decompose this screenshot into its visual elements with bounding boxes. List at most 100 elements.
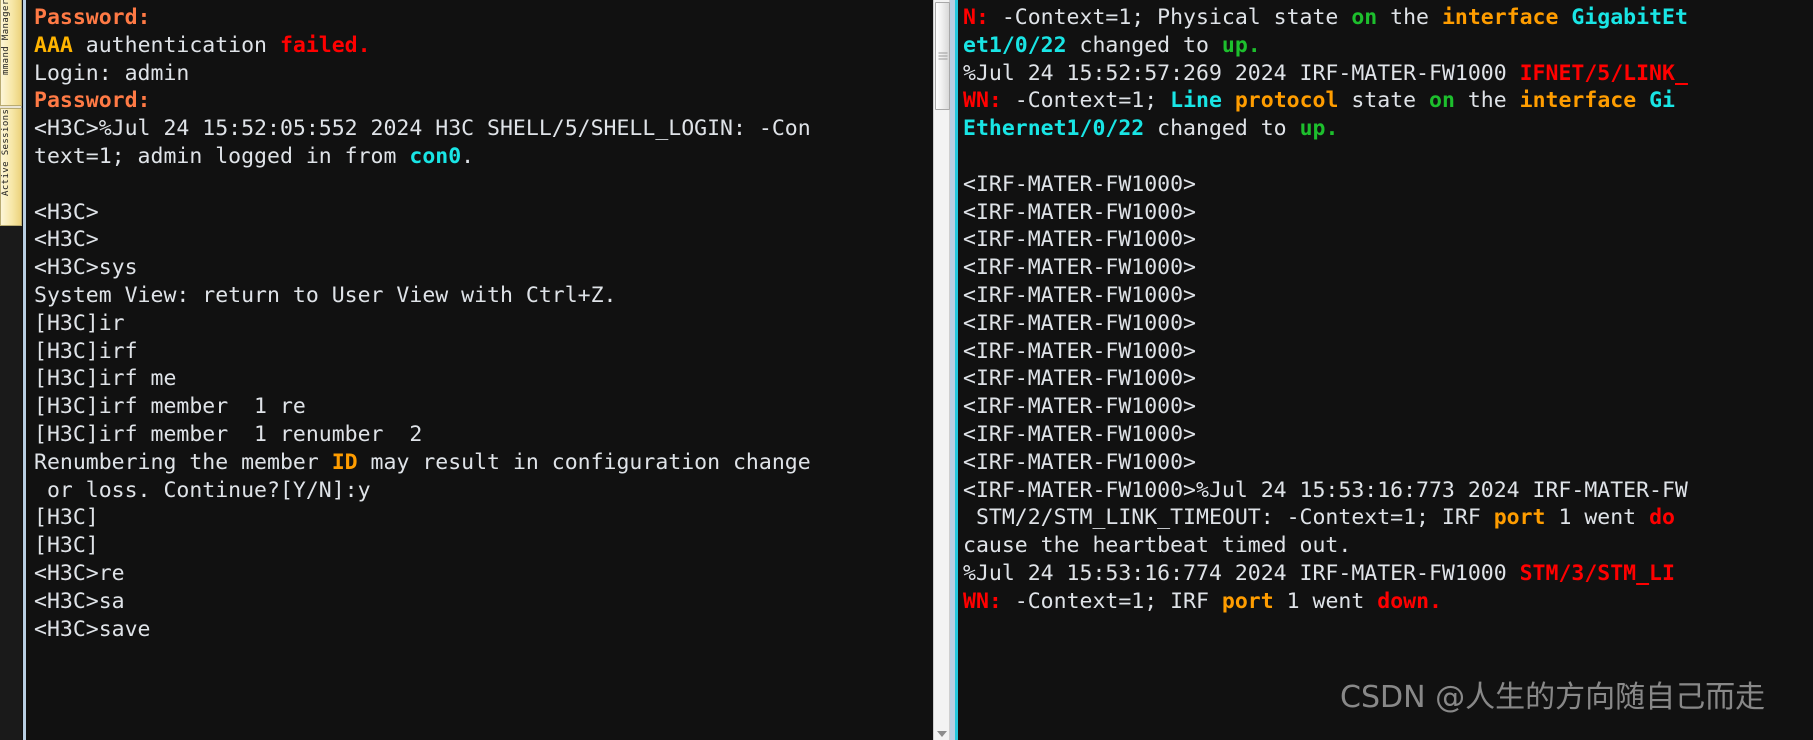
terminal-span: Line: [1170, 88, 1222, 114]
terminal-span: <IRF-MATER-FW1000>: [963, 394, 1196, 420]
terminal-span: <IRF-MATER-FW1000>: [963, 421, 1196, 447]
terminal-span: [H3C]: [34, 533, 99, 559]
terminal-line: <IRF-MATER-FW1000>: [963, 365, 1813, 393]
terminal-span: WN:: [963, 588, 1002, 614]
terminal-span: <IRF-MATER-FW1000>: [963, 227, 1196, 253]
terminal-line: System View: return to User View with Ct…: [34, 282, 819, 310]
terminal-span: <IRF-MATER-FW1000>: [963, 282, 1196, 308]
terminal-span: <IRF-MATER-FW1000>: [963, 338, 1196, 364]
terminal-span: [H3C]irf member 1 renumber 2: [34, 421, 423, 447]
terminal-span: [1636, 88, 1649, 113]
terminal-span: interface: [1441, 5, 1559, 30]
terminal-line: <H3C>: [34, 226, 819, 254]
terminal-span: <H3C>sa: [34, 588, 125, 614]
terminal-line: Ethernet1/0/22 changed to up.: [963, 115, 1813, 143]
terminal-span: the: [1377, 5, 1442, 30]
terminal-span: %Jul 24 15:53:16:774 2024 IRF-MATER-FW10…: [963, 560, 1520, 586]
terminal-span: -Context=1;: [1001, 88, 1171, 114]
terminal-line: <IRF-MATER-FW1000>: [963, 226, 1813, 254]
terminal-line: <IRF-MATER-FW1000>: [963, 449, 1813, 477]
terminal-span: Password:: [34, 5, 151, 30]
terminal-line: [H3C]: [34, 504, 819, 532]
scrollbar-grip-icon: [938, 52, 947, 60]
terminal-line: <IRF-MATER-FW1000>: [963, 171, 1813, 199]
terminal-span: WN:: [963, 88, 1002, 114]
terminal-line: <H3C>save: [34, 616, 819, 644]
vertical-scrollbar[interactable]: [933, 0, 950, 740]
terminal-line: [H3C]irf member 1 renumber 2: [34, 421, 819, 449]
terminal-span: port: [1493, 505, 1546, 531]
terminal-span: state: [1338, 88, 1430, 114]
app-root: mmand Manager Active Sessions Password: A…: [0, 0, 1813, 740]
terminal-span: protocol: [1234, 88, 1339, 114]
terminal-span: <H3C>%Jul 24 15:52:05:552 2024 H3C SHELL…: [34, 116, 811, 142]
left-terminal-output: Password: AAA authentication failed. Login…: [26, 0, 819, 643]
terminal-span: ID: [331, 449, 358, 475]
terminal-line: or loss. Continue?[Y/N]:y: [34, 477, 819, 505]
terminal-span: <H3C>sys: [34, 255, 138, 281]
terminal-span: <IRF-MATER-FW1000>: [963, 171, 1196, 197]
terminal-span: <H3C>: [34, 199, 99, 225]
terminal-span: System View: return to User View with Ct…: [34, 282, 617, 308]
terminal-span: Password:: [34, 88, 151, 114]
terminal-span: <H3C>: [34, 227, 99, 253]
right-terminal-pane[interactable]: N: -Context=1; Physical state on the int…: [950, 0, 1813, 740]
terminal-line: <H3C>%Jul 24 15:52:05:552 2024 H3C SHELL…: [34, 115, 819, 143]
terminal-line: %Jul 24 15:52:57:269 2024 IRF-MATER-FW10…: [963, 60, 1813, 88]
terminal-span: IFNET/5/LINK_: [1519, 60, 1688, 86]
terminal-line: <H3C>sys: [34, 254, 819, 282]
scrollbar-down-arrow-icon[interactable]: [936, 731, 947, 737]
terminal-span: authentication: [72, 32, 280, 58]
terminal-line: STM/2/STM_LINK_TIMEOUT: -Context=1; IRF …: [963, 504, 1813, 532]
terminal-line: <IRF-MATER-FW1000>: [963, 254, 1813, 282]
terminal-span: <IRF-MATER-FW1000>: [963, 199, 1196, 225]
terminal-span: con0: [409, 143, 462, 169]
terminal-span: %Jul 24 15:52:57:269 2024 IRF-MATER-FW10…: [963, 60, 1520, 86]
sidebar-tab-command-manager[interactable]: mmand Manager: [0, 0, 22, 106]
terminal-span: [1222, 88, 1235, 113]
terminal-span: [H3C]irf: [34, 338, 138, 364]
terminal-span: 1 went: [1545, 505, 1650, 531]
terminal-span: down.: [1377, 588, 1442, 614]
terminal-line: Renumbering the member ID may result in …: [34, 449, 819, 477]
terminal-span: <H3C>save: [34, 616, 151, 642]
terminal-span: 1 went: [1273, 588, 1378, 614]
terminal-span: STM/3/STM_LI: [1519, 560, 1675, 586]
tab-strip-filler: [0, 226, 22, 740]
left-terminal-pane[interactable]: Password: AAA authentication failed. Login…: [23, 0, 819, 740]
terminal-line: <IRF-MATER-FW1000>: [963, 310, 1813, 338]
terminal-line: <IRF-MATER-FW1000>: [963, 338, 1813, 366]
terminal-span: <IRF-MATER-FW1000>%Jul 24 15:53:16:773 2…: [963, 477, 1688, 503]
terminal-span: <IRF-MATER-FW1000>: [963, 449, 1196, 475]
terminal-line: N: -Context=1; Physical state on the int…: [963, 4, 1813, 32]
terminal-span: port: [1221, 588, 1274, 614]
vertical-tab-strip: mmand Manager Active Sessions: [0, 0, 22, 740]
terminal-line: <H3C>re: [34, 560, 819, 588]
terminal-span: STM/2/STM_LINK_TIMEOUT: -Context=1; IRF: [963, 505, 1494, 531]
terminal-span: do: [1649, 505, 1675, 531]
terminal-span: -Context=1; Physical state: [988, 5, 1352, 30]
terminal-line: text=1; admin logged in from con0.: [34, 143, 819, 171]
terminal-line: et1/0/22 changed to up.: [963, 32, 1813, 60]
terminal-span: text=1; admin logged in from: [34, 143, 410, 169]
terminal-span: [H3C]ir: [34, 310, 125, 336]
terminal-line: Login: admin: [34, 60, 819, 88]
sidebar-tab-active-sessions[interactable]: Active Sessions: [0, 108, 22, 226]
terminal-line: <IRF-MATER-FW1000>%Jul 24 15:53:16:773 2…: [963, 477, 1813, 505]
terminal-line: AAA authentication failed.: [34, 32, 819, 60]
terminal-span: -Context=1; IRF: [1001, 588, 1222, 614]
terminal-line: Password:: [34, 4, 819, 32]
terminal-span: <IRF-MATER-FW1000>: [963, 310, 1196, 336]
terminal-line: <H3C>sa: [34, 588, 819, 616]
terminal-line: [H3C]irf me: [34, 365, 819, 393]
terminal-span: the: [1454, 88, 1520, 114]
terminal-line: WN: -Context=1; Line protocol state on t…: [963, 87, 1813, 115]
terminal-line: [H3C]irf: [34, 338, 819, 366]
terminal-span: cause the heartbeat timed out.: [963, 533, 1352, 559]
terminal-line: <IRF-MATER-FW1000>: [963, 282, 1813, 310]
terminal-span: AAA: [34, 32, 73, 58]
terminal-line: [H3C]: [34, 532, 819, 560]
terminal-span: N:: [963, 5, 989, 30]
scrollbar-thumb[interactable]: [935, 2, 950, 110]
